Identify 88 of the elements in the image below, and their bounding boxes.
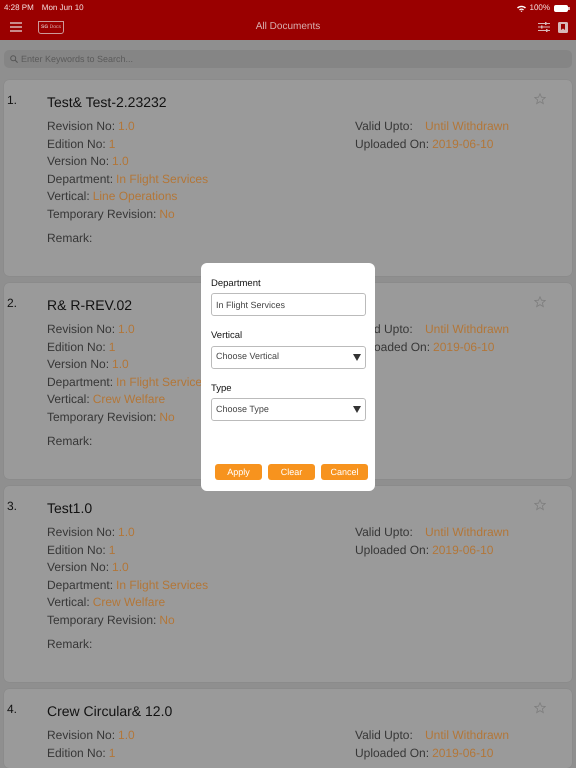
field-label: Valid Upto: bbox=[355, 524, 414, 541]
field-value: In Flight Services bbox=[116, 172, 208, 186]
field-label: Vertical: bbox=[47, 595, 90, 610]
field-value: No bbox=[159, 206, 175, 221]
field-value: 1 bbox=[108, 136, 116, 151]
field-label: Uploaded On: bbox=[355, 744, 430, 762]
field-label: Edition No: bbox=[47, 136, 106, 151]
field-label: Vertical: bbox=[47, 189, 90, 204]
field-value: Until Withdrawn bbox=[425, 322, 510, 336]
field-value: Line Operations bbox=[92, 189, 178, 204]
field-label: Vertical: bbox=[47, 392, 90, 406]
page-title: All Documents bbox=[256, 21, 320, 32]
field-label: Version No: bbox=[47, 154, 110, 168]
field-value: 1.0 bbox=[118, 525, 135, 539]
field-label: Department bbox=[211, 277, 261, 291]
star-icon[interactable] bbox=[534, 499, 546, 511]
item-number: 3. bbox=[7, 498, 18, 515]
field-value: 2019-06-10 bbox=[432, 746, 494, 760]
item-number: 1. bbox=[7, 92, 18, 109]
field-label: Valid Upto: bbox=[355, 727, 414, 744]
field-value: 1.0 bbox=[118, 119, 135, 133]
field-label: Revision No: bbox=[47, 728, 116, 742]
field-value: 1.0 bbox=[118, 728, 135, 742]
field-label: Type bbox=[211, 382, 232, 396]
field-value: 1 bbox=[108, 542, 116, 557]
field-value: 1.0 bbox=[112, 560, 129, 574]
field-value: Until Withdrawn bbox=[425, 525, 510, 539]
field-label: oaded On: bbox=[374, 338, 430, 356]
field-value: Until Withdrawn bbox=[425, 728, 510, 742]
dropdown-caret-icon bbox=[353, 406, 361, 413]
star-icon[interactable] bbox=[534, 296, 546, 308]
bookmark-icon[interactable] bbox=[558, 22, 568, 32]
field-label: Temporary Revision: bbox=[47, 612, 156, 627]
field-label: Temporary Revision: bbox=[47, 410, 156, 424]
field-value: 1.0 bbox=[112, 357, 129, 372]
field-value: 2019-06-10 bbox=[432, 136, 494, 151]
field-label: Temporary Revision: bbox=[47, 206, 156, 221]
item-number: 2. bbox=[7, 295, 18, 312]
document-title[interactable]: Test& Test-2.23232 bbox=[47, 92, 167, 118]
field-value: In Flight Services bbox=[116, 578, 208, 592]
star-icon[interactable] bbox=[534, 702, 546, 714]
field-value: Crew Welfare bbox=[92, 595, 166, 610]
dropdown-field[interactable]: Choose Vertical bbox=[211, 346, 366, 368]
field-label: Version No: bbox=[47, 357, 110, 372]
field-label: Revision No: bbox=[47, 525, 116, 539]
field-label: Uploaded On: bbox=[355, 542, 430, 559]
field-label: Valid Upto: bbox=[355, 118, 414, 135]
field-value: Until Withdrawn bbox=[425, 119, 510, 133]
filter-icon[interactable] bbox=[538, 22, 550, 32]
field-label: Edition No: bbox=[47, 746, 106, 760]
dropdown-field[interactable]: Choose Type bbox=[211, 398, 366, 421]
battery-icon bbox=[554, 4, 570, 12]
field-value: 1 bbox=[108, 746, 116, 760]
remark-label: Remark: bbox=[47, 432, 92, 450]
star-icon[interactable] bbox=[534, 93, 546, 105]
field-value: No bbox=[159, 612, 175, 627]
field-value: Crew Welfare bbox=[92, 392, 166, 406]
field-label: Department: bbox=[47, 172, 114, 186]
field-label: Edition No: bbox=[47, 542, 106, 557]
field-label: Vertical bbox=[211, 329, 242, 344]
item-number: 4. bbox=[7, 701, 18, 718]
wifi-icon bbox=[516, 4, 526, 12]
status-date: Mon Jun 10 bbox=[42, 2, 84, 14]
field-label: Version No: bbox=[47, 560, 110, 574]
field-label: Department: bbox=[47, 578, 114, 592]
field-value: 2019-06-10 bbox=[432, 542, 494, 557]
field-label: Revision No: bbox=[47, 119, 116, 133]
document-title[interactable]: Test1.0 bbox=[47, 498, 92, 524]
field-label: Revision No: bbox=[47, 322, 116, 336]
field-value: 1.0 bbox=[118, 322, 135, 336]
dropdown-caret-icon bbox=[353, 354, 361, 360]
status-time: 4:28 PM bbox=[4, 2, 34, 14]
field-value: 1 bbox=[108, 340, 116, 354]
field-value: 2019-06-10 bbox=[433, 340, 494, 354]
document-title[interactable]: Crew Circular& 12.0 bbox=[47, 701, 172, 727]
department-field[interactable]: In Flight Services bbox=[211, 293, 366, 316]
search-icon bbox=[10, 55, 18, 63]
menu-icon[interactable] bbox=[10, 22, 22, 32]
field-value: No bbox=[159, 410, 175, 424]
field-label: Department: bbox=[47, 374, 114, 389]
field-label: Edition No: bbox=[47, 340, 106, 354]
document-title[interactable]: R& R-REV.02 bbox=[47, 295, 132, 321]
field-value: In Flight Service bbox=[116, 374, 202, 389]
field-value: 1.0 bbox=[112, 154, 129, 168]
battery-percentage: 100% bbox=[530, 2, 550, 14]
remark-label: Remark: bbox=[47, 230, 92, 247]
field-label: Uploaded On: bbox=[355, 136, 430, 153]
remark-label: Remark: bbox=[47, 636, 92, 653]
